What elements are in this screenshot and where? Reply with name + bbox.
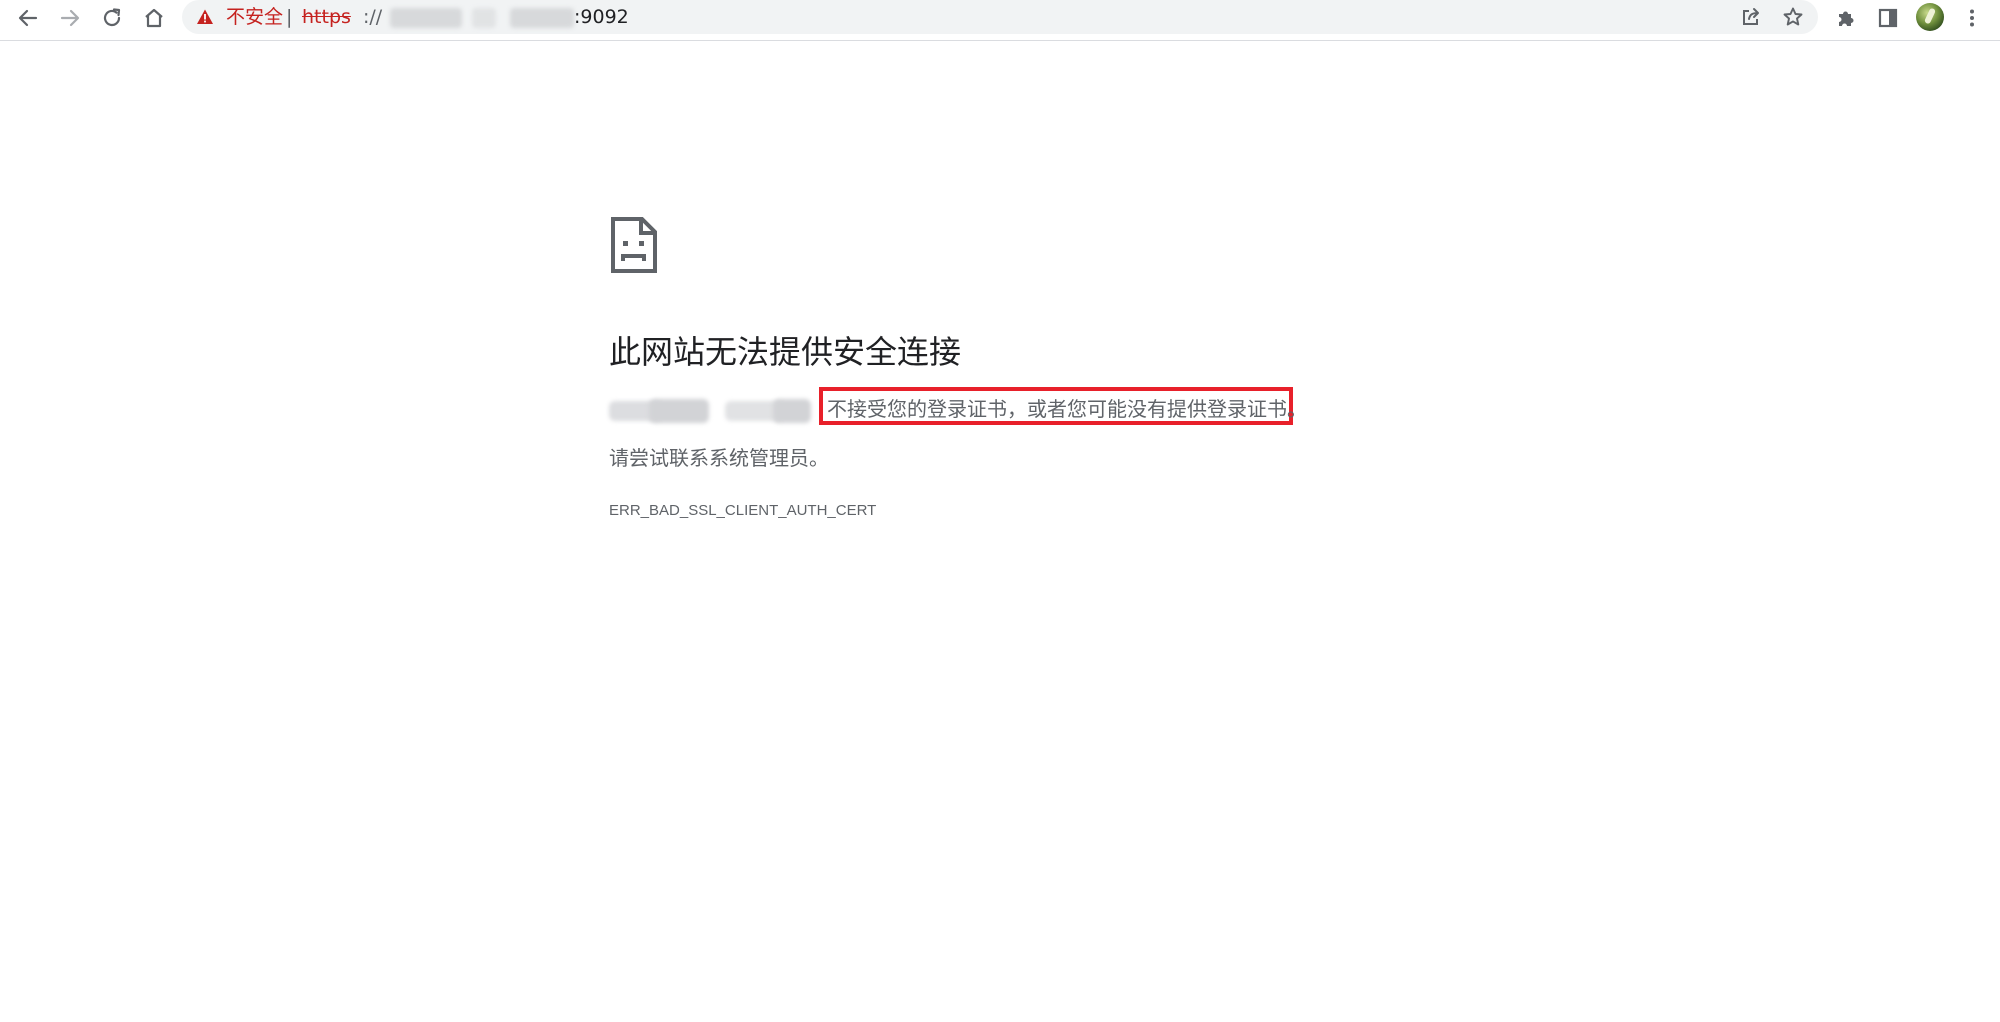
error-code: ERR_BAD_SSL_CLIENT_AUTH_CERT <box>609 502 877 519</box>
browser-toolbar: 不安全 | https :// :9092 <box>0 0 2000 41</box>
back-button[interactable] <box>12 2 44 34</box>
share-icon <box>1743 8 1759 25</box>
url-host-redacted <box>472 8 496 28</box>
forward-icon <box>60 9 80 27</box>
menu-button[interactable] <box>1956 2 1988 34</box>
bookmark-star-icon <box>1783 7 1803 26</box>
url-scheme-separator: :// <box>363 6 383 28</box>
share-button[interactable] <box>1738 4 1764 30</box>
extensions-icon <box>1839 11 1854 26</box>
error-suggestion: 请尝试联系系统管理员。 <box>609 446 829 470</box>
address-bar[interactable]: 不安全 | https :// :9092 <box>182 0 1818 34</box>
security-status-label[interactable]: 不安全 <box>226 5 283 29</box>
extensions-button[interactable] <box>1830 2 1862 34</box>
sad-page-icon <box>611 217 657 273</box>
side-panel-icon <box>1878 8 1898 28</box>
menu-icon <box>1970 9 1974 27</box>
home-icon <box>145 8 163 28</box>
security-separator: | <box>286 6 293 28</box>
reload-button[interactable] <box>96 2 128 34</box>
host-redacted <box>649 399 709 423</box>
host-redacted <box>773 399 811 423</box>
bookmark-button[interactable] <box>1780 4 1806 30</box>
url-host-redacted <box>390 8 462 28</box>
warning-icon[interactable] <box>196 8 214 26</box>
error-message-line: 不接受您的登录证书，或者您可能没有提供登录证书。 <box>609 387 1309 425</box>
home-button[interactable] <box>138 2 170 34</box>
error-heading: 此网站无法提供安全连接 <box>609 333 962 371</box>
side-panel-button[interactable] <box>1872 2 1904 34</box>
profile-avatar[interactable] <box>1916 3 1944 31</box>
back-icon <box>18 9 38 27</box>
error-message: 不接受您的登录证书，或者您可能没有提供登录证书。 <box>827 397 1307 421</box>
forward-button[interactable] <box>54 2 86 34</box>
reload-icon <box>103 8 121 27</box>
url-scheme: https <box>302 6 351 28</box>
avatar-image <box>1923 7 1937 25</box>
url-host-redacted <box>510 8 574 28</box>
url-port: :9092 <box>574 6 629 28</box>
